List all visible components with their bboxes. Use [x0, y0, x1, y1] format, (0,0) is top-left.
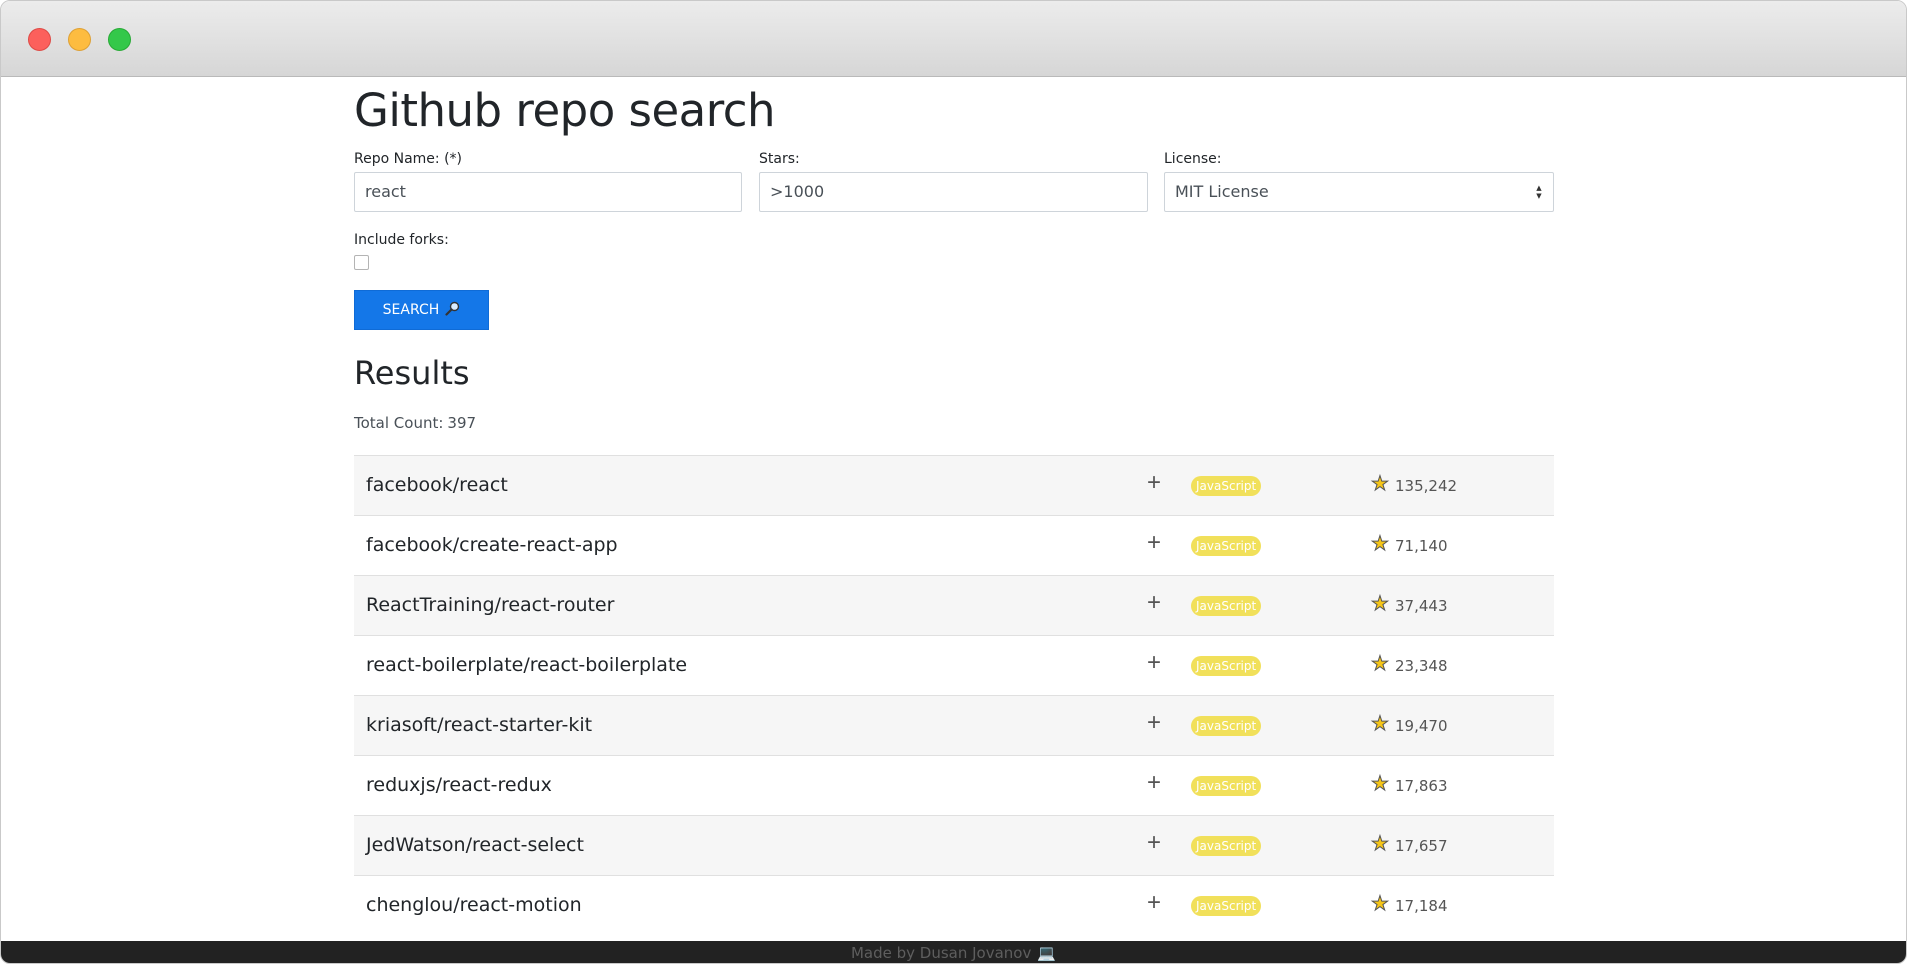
repo-name-label: Repo Name: (*) — [354, 151, 463, 167]
stars-label: Stars: — [759, 151, 800, 167]
language-badge: JavaScript — [1191, 776, 1262, 796]
star-icon: ★ — [1371, 593, 1390, 615]
star-icon: ★ — [1371, 713, 1390, 735]
plus-icon[interactable]: + — [1144, 589, 1164, 617]
plus-icon[interactable]: + — [1144, 529, 1164, 557]
stars-count: 23,348 — [1395, 657, 1448, 675]
result-row: facebook/create-react-app + JavaScript ★ 71,… — [354, 515, 1554, 575]
stars-count: 17,657 — [1395, 837, 1448, 855]
magnifier-icon — [445, 301, 460, 320]
repo-name-value: react — [365, 182, 406, 201]
language-badge: JavaScript — [1191, 716, 1262, 736]
stars-count: 37,443 — [1395, 597, 1448, 615]
total-count: Total Count: 397 — [354, 414, 476, 432]
page-title: Github repo search — [354, 84, 776, 137]
app-window: Github repo search Repo Name: (*) react … — [0, 0, 1907, 964]
minimize-window-button[interactable] — [68, 28, 91, 51]
results-title: Results — [354, 354, 470, 392]
star-icon: ★ — [1371, 533, 1390, 555]
repo-name-input[interactable]: react — [354, 172, 742, 212]
plus-icon[interactable]: + — [1144, 469, 1164, 497]
language-badge: JavaScript — [1191, 656, 1262, 676]
select-arrows-icon: ▲ ▼ — [1536, 184, 1542, 200]
repo-link[interactable]: chenglou/react-motion — [366, 894, 582, 916]
plus-icon[interactable]: + — [1144, 889, 1164, 917]
repo-link[interactable]: ReactTraining/react-router — [366, 594, 614, 616]
repo-link[interactable]: facebook/react — [366, 474, 508, 496]
search-button[interactable]: SEARCH — [354, 290, 489, 330]
include-forks-label: Include forks: — [354, 232, 449, 248]
plus-icon[interactable]: + — [1144, 709, 1164, 737]
total-count-label: Total Count: — [354, 414, 444, 432]
repo-link[interactable]: kriasoft/react-starter-kit — [366, 714, 592, 736]
result-row: JedWatson/react-select + JavaScript ★ 17,657 — [354, 815, 1554, 875]
result-row: chenglou/react-motion + JavaScript ★ 17,184 — [354, 875, 1554, 935]
repo-link[interactable]: facebook/create-react-app — [366, 534, 618, 556]
plus-icon[interactable]: + — [1144, 649, 1164, 677]
window-titlebar — [1, 1, 1906, 77]
stars-count: 17,863 — [1395, 777, 1448, 795]
result-row: kriasoft/react-starter-kit + JavaScript ★ 19… — [354, 695, 1554, 755]
license-value: MIT License — [1175, 182, 1269, 201]
license-label: License: — [1164, 151, 1222, 167]
footer: Made by Dusan Jovanov 💻 — [1, 941, 1906, 963]
stars-input[interactable]: >1000 — [759, 172, 1148, 212]
star-icon: ★ — [1371, 473, 1390, 495]
total-count-value: 397 — [447, 414, 477, 432]
stars-count: 71,140 — [1395, 537, 1448, 555]
include-forks-checkbox[interactable] — [354, 255, 369, 270]
star-icon: ★ — [1371, 833, 1390, 855]
laptop-icon: 💻 — [1037, 944, 1057, 962]
maximize-window-button[interactable] — [108, 28, 131, 51]
results-list: facebook/react + JavaScript ★ 135,242 faceboo… — [354, 455, 1554, 935]
star-icon: ★ — [1371, 773, 1390, 795]
language-badge: JavaScript — [1191, 596, 1262, 616]
result-row: react-boilerplate/react-boilerplate + Java… — [354, 635, 1554, 695]
close-window-button[interactable] — [28, 28, 51, 51]
license-select[interactable]: MIT License ▲ ▼ — [1164, 172, 1554, 212]
repo-link[interactable]: JedWatson/react-select — [366, 834, 584, 856]
result-row: reduxjs/react-redux + JavaScript ★ 17,863 — [354, 755, 1554, 815]
language-badge: JavaScript — [1191, 476, 1262, 496]
plus-icon[interactable]: + — [1144, 829, 1164, 857]
result-row: facebook/react + JavaScript ★ 135,242 — [354, 455, 1554, 515]
stars-value: >1000 — [770, 182, 825, 201]
repo-link[interactable]: react-boilerplate/react-boilerplate — [366, 654, 687, 676]
language-badge: JavaScript — [1191, 896, 1262, 916]
repo-link[interactable]: reduxjs/react-redux — [366, 774, 552, 796]
footer-text: Made by Dusan Jovanov — [850, 944, 1032, 962]
language-badge: JavaScript — [1191, 536, 1262, 556]
stars-count: 135,242 — [1395, 477, 1458, 495]
plus-icon[interactable]: + — [1144, 769, 1164, 797]
search-button-label: SEARCH — [382, 302, 440, 318]
stars-count: 19,470 — [1395, 717, 1448, 735]
language-badge: JavaScript — [1191, 836, 1262, 856]
star-icon: ★ — [1371, 653, 1390, 675]
stars-count: 17,184 — [1395, 897, 1448, 915]
star-icon: ★ — [1371, 893, 1390, 915]
result-row: ReactTraining/react-router + JavaScript ★ 37… — [354, 575, 1554, 635]
